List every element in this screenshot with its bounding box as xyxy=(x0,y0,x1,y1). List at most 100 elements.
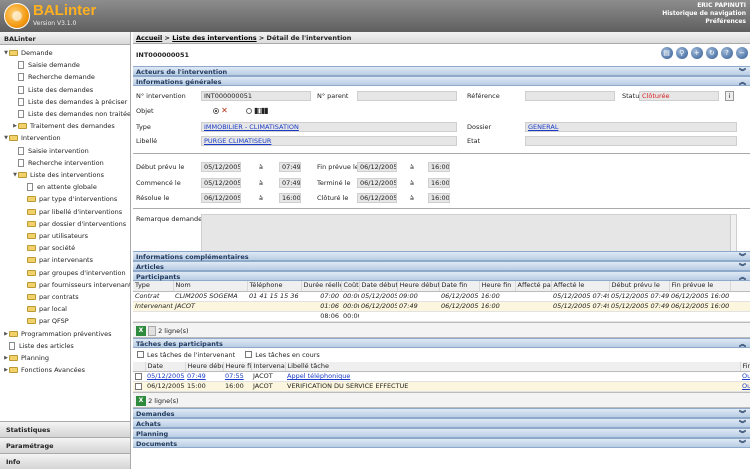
excel-export-icon[interactable]: X xyxy=(136,325,146,336)
help-icon[interactable]: ? xyxy=(720,47,733,59)
tree-item[interactable]: par intervenants xyxy=(21,254,93,266)
excel-export-icon[interactable]: X xyxy=(136,396,146,406)
section-demandes[interactable]: Demandes ︾ xyxy=(133,408,750,418)
col-header[interactable]: Libellé tâche xyxy=(285,361,741,372)
expand-icon[interactable]: ︾ xyxy=(739,439,746,449)
fin-prevue-time[interactable]: 16:00 xyxy=(428,162,450,172)
col-header[interactable]: Affecté le xyxy=(551,281,610,292)
cloture-time[interactable]: 16:00 xyxy=(428,193,450,203)
tree-item[interactable]: par groupes d'intervention xyxy=(21,267,126,279)
table-row[interactable]: Contrat CLIM2005 SOGEMA 01 41 15 15 36 07:0… xyxy=(133,291,750,302)
history-link[interactable]: Historique de navigation xyxy=(662,10,746,18)
section-achats[interactable]: Achats ︾ xyxy=(133,418,750,428)
tree-item[interactable]: par société xyxy=(21,242,75,254)
col-header[interactable]: Durée réelle xyxy=(301,281,342,292)
col-header[interactable]: Heure début xyxy=(397,281,440,292)
filter-en-cours-checkbox[interactable] xyxy=(245,351,253,358)
sidebar-section-statistiques[interactable]: Statistiques xyxy=(0,421,130,437)
tree-item[interactable]: en attente globale xyxy=(21,181,97,193)
tree-item[interactable]: par fournisseurs intervenants xyxy=(21,279,130,291)
resolue-date[interactable]: 06/12/2005 xyxy=(201,193,241,203)
col-header[interactable]: Affecté par xyxy=(515,281,552,292)
tree-item[interactable]: Liste des articles xyxy=(3,340,74,352)
commence-date[interactable]: 05/12/2005 xyxy=(201,178,241,188)
collapse-icon[interactable]: ︽ xyxy=(739,272,746,282)
tree-item[interactable]: ▶ Planning xyxy=(3,352,49,364)
section-articles[interactable]: Articles ︾ xyxy=(133,261,750,271)
print-icon[interactable]: ▤ xyxy=(660,47,673,59)
section-complementaires[interactable]: Informations complémentaires ︾ xyxy=(133,251,750,261)
breadcrumb-home[interactable]: Accueil xyxy=(136,34,162,42)
type-field[interactable]: IMMOBILIER - CLIMATISATION xyxy=(201,122,457,132)
col-header[interactable]: Type xyxy=(133,281,174,292)
debut-prevu-time[interactable]: 07:49 xyxy=(279,162,301,172)
tree-item[interactable]: Liste des demandes xyxy=(12,84,93,96)
scrollbar[interactable] xyxy=(730,215,736,255)
debut-prevu-date[interactable]: 05/12/2005 xyxy=(201,162,241,172)
tree-item[interactable]: Saisie intervention xyxy=(12,145,89,157)
col-header[interactable]: Date fin xyxy=(439,281,480,292)
col-header[interactable]: Nom xyxy=(173,281,248,292)
refresh-icon[interactable]: ↻ xyxy=(705,47,718,59)
add-icon[interactable]: + xyxy=(690,47,703,59)
table-row[interactable]: 05/12/2005 07:49 07:55 JACOT Appel télép… xyxy=(133,371,750,382)
termine-time[interactable]: 16:00 xyxy=(428,178,450,188)
col-header[interactable]: Date début xyxy=(359,281,398,292)
col-header[interactable]: Téléphone xyxy=(247,281,302,292)
section-documents[interactable]: Documents ︾ xyxy=(133,438,750,448)
col-header[interactable]: Intervenant xyxy=(251,361,286,372)
sidebar-section-parametrage[interactable]: Paramétrage xyxy=(0,437,130,453)
etat-field[interactable] xyxy=(525,136,737,146)
fin-prevue-date[interactable]: 06/12/2005 xyxy=(357,162,397,172)
col-header[interactable]: Fin prévue le xyxy=(669,281,731,292)
tree-item[interactable]: ▶ Fonctions Avancées xyxy=(3,364,85,376)
remove-icon[interactable]: − xyxy=(736,47,748,59)
section-taches[interactable]: Tâches des participants ︽ xyxy=(133,337,750,349)
ref-field[interactable] xyxy=(525,91,615,101)
pager-icon[interactable] xyxy=(148,325,156,336)
sidebar-section-info[interactable]: Info xyxy=(0,453,130,469)
tree-item[interactable]: par utilisateurs xyxy=(21,230,88,242)
termine-date[interactable]: 06/12/2005 xyxy=(357,178,397,188)
table-row[interactable]: 06/12/2005 15:00 16:00 JACOT VERIFICATIO… xyxy=(133,381,750,392)
section-planning[interactable]: Planning ︾ xyxy=(133,428,750,438)
dossier-field[interactable]: GENERAL xyxy=(525,122,737,132)
col-header[interactable]: Fin xyxy=(740,361,750,372)
breadcrumb-list[interactable]: Liste des interventions xyxy=(172,34,256,42)
col-header[interactable]: Date xyxy=(145,361,186,372)
row-checkbox[interactable] xyxy=(135,382,142,390)
tree-item[interactable]: ▶ Programmation préventives xyxy=(3,328,111,340)
collapse-icon[interactable]: ︽ xyxy=(739,339,746,349)
tree-item[interactable]: Liste des demandes à préciser xyxy=(12,96,127,108)
section-acteurs[interactable]: Acteurs de l'intervention ︾ xyxy=(133,66,750,76)
filter-intervenant-checkbox[interactable] xyxy=(137,351,144,358)
tree-item[interactable]: ▼ Intervention xyxy=(3,132,61,144)
tree-item[interactable]: par type d'interventions xyxy=(21,193,117,205)
col-header[interactable]: Début prévu le xyxy=(609,281,670,292)
tree-item[interactable]: par local xyxy=(21,303,67,315)
col-header[interactable]: Heure début xyxy=(185,361,224,372)
libelle-field[interactable]: PURGE CLIMATISEUR xyxy=(201,136,457,146)
tree-item[interactable]: ▶ Traitement des demandes xyxy=(12,120,115,132)
tree-item[interactable]: par libellé d'interventions xyxy=(21,206,122,218)
resolue-time[interactable]: 16:00 xyxy=(279,193,301,203)
remark-textarea[interactable] xyxy=(201,214,737,255)
cloture-date[interactable]: 06/12/2005 xyxy=(357,193,397,203)
tree-item[interactable]: Recherche intervention xyxy=(12,157,104,169)
tree-item[interactable]: par dossier d'interventions xyxy=(21,218,126,230)
section-participants[interactable]: Participants ︽ xyxy=(133,271,750,281)
commence-time[interactable]: 07:49 xyxy=(279,178,301,188)
row-checkbox[interactable] xyxy=(135,372,142,380)
tree-item[interactable]: Liste des demandes non traitées xyxy=(12,108,130,120)
tree-item[interactable]: Saisie demande xyxy=(12,59,80,71)
tree-item[interactable]: ▼ Demande xyxy=(3,47,53,59)
table-row[interactable]: IntervenantJACOT01:0600:0006/12/200507:4… xyxy=(133,301,750,312)
section-infos[interactable]: Informations générales ︽ xyxy=(133,76,750,86)
num-field[interactable]: INT000000051 xyxy=(201,91,311,101)
col-header[interactable]: Coût xyxy=(341,281,360,292)
parent-field[interactable] xyxy=(357,91,457,101)
objet-radio-tool[interactable]: ✕ xyxy=(213,106,228,115)
search-icon[interactable]: ⚲ xyxy=(675,47,688,59)
tree-item[interactable]: ▼ Liste des interventions xyxy=(12,169,104,181)
tree-item[interactable]: Recherche demande xyxy=(12,71,95,83)
